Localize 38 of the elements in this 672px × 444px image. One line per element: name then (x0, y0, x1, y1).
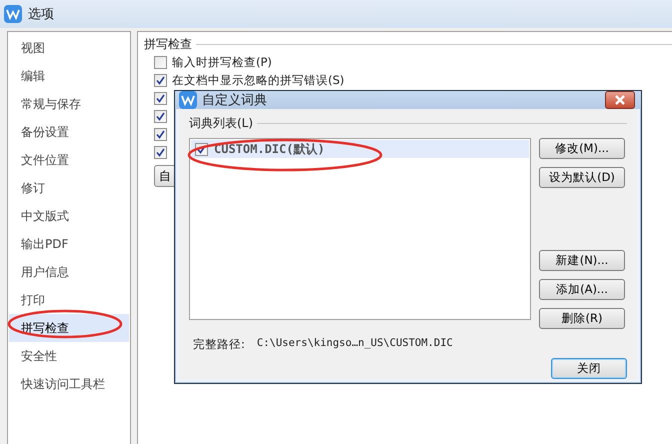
app-logo-icon (179, 91, 197, 109)
close-button[interactable] (605, 91, 635, 109)
dialog-title: 自定义词典 (202, 92, 268, 109)
section-title: 拼写检查 (144, 36, 192, 53)
checkbox[interactable] (154, 74, 167, 86)
app-logo-icon (4, 5, 22, 23)
option-label: 在文档中显示忽略的拼写错误(S) (172, 72, 344, 88)
checkbox[interactable] (154, 146, 167, 158)
dialog-button[interactable]: 修改(M)... (539, 138, 625, 159)
sidebar-item[interactable]: 安全性 (9, 342, 129, 370)
sidebar-item[interactable]: 打印 (9, 286, 129, 314)
window-title: 选项 (28, 6, 54, 23)
sidebar-item[interactable]: 文件位置 (9, 146, 129, 174)
checkbox[interactable] (154, 128, 167, 140)
dialog-button[interactable]: 新建(N)... (539, 250, 625, 271)
sidebar-item[interactable]: 用户信息 (9, 258, 129, 286)
sidebar-item[interactable]: 输出PDF (9, 230, 129, 258)
sidebar-item[interactable]: 中文版式 (9, 202, 129, 230)
sidebar-item[interactable]: 编辑 (9, 62, 129, 90)
dictionary-name: CUSTOM.DIC(默认) (214, 140, 325, 158)
dialog-button[interactable]: 删除(R) (539, 308, 625, 329)
checkbox[interactable] (154, 92, 167, 104)
close-dialog-button[interactable]: 关闭 (551, 358, 627, 379)
checkbox[interactable] (154, 110, 167, 122)
dialog-button[interactable]: 添加(A)... (539, 279, 625, 300)
close-icon (614, 95, 626, 105)
path-text: C:\Users\kingso…n_US\CUSTOM.DIC (256, 337, 453, 351)
checkbox[interactable] (154, 56, 167, 68)
sidebar-item[interactable]: 视图 (9, 34, 129, 62)
path-label: 完整路径: (193, 337, 245, 352)
sidebar-item[interactable]: 备份设置 (9, 118, 129, 146)
dictionary-item[interactable]: CUSTOM.DIC(默认) (191, 140, 529, 158)
option-label: 输入时拼写检查(P) (172, 54, 272, 70)
sidebar-item[interactable]: 快速访问工具栏 (9, 370, 129, 398)
sidebar-item[interactable]: 常规与保存 (9, 90, 129, 118)
group-label: 词典列表(L) (189, 115, 254, 132)
dialog-button[interactable]: 设为默认(D) (539, 167, 625, 188)
sidebar-item[interactable]: 修订 (9, 174, 129, 202)
